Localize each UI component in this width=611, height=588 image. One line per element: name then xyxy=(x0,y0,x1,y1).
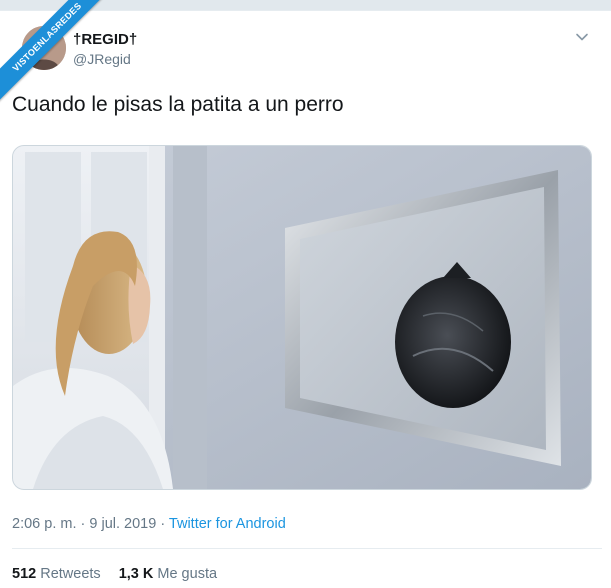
divider xyxy=(12,548,602,549)
meta-separator: · xyxy=(76,516,90,532)
watermark-text: VISTOENLASREDES xyxy=(0,0,110,105)
tweet-stats: 512 Retweets 1,3 K Me gusta xyxy=(12,566,217,582)
tweet-time[interactable]: 2:06 p. m. xyxy=(12,516,76,532)
photo-image xyxy=(13,146,591,489)
likes-stat[interactable]: 1,3 K Me gusta xyxy=(119,566,217,582)
tweet-card: VISTOENLASREDES †REGID† @JRegid Cuando l… xyxy=(0,0,611,588)
watermark: VISTOENLASREDES xyxy=(0,0,110,110)
retweets-label: Retweets xyxy=(40,566,101,582)
likes-count: 1,3 K xyxy=(118,566,154,582)
retweets-count: 512 xyxy=(12,566,37,582)
chevron-down-icon[interactable] xyxy=(575,30,589,44)
likes-label: Me gusta xyxy=(157,566,218,582)
tweet-meta: 2:06 p. m. · 9 jul. 2019 · Twitter for A… xyxy=(12,516,286,532)
tweet-source-link[interactable]: Twitter for Android xyxy=(169,516,286,532)
tweet-date[interactable]: 9 jul. 2019 xyxy=(89,516,156,532)
retweets-stat[interactable]: 512 Retweets xyxy=(12,566,101,582)
tweet-photo[interactable] xyxy=(12,145,592,490)
meta-separator: · xyxy=(156,516,169,532)
